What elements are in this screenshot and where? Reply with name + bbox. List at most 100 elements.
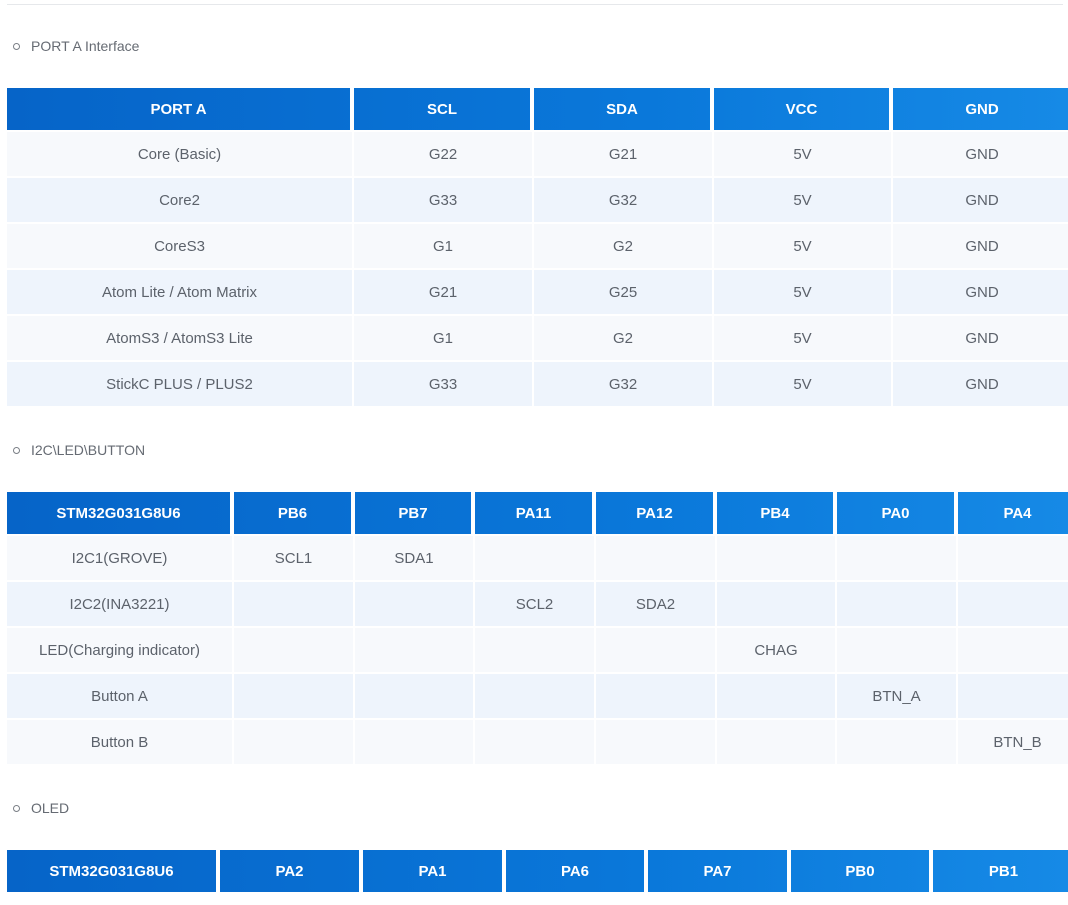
table-cell: Core (Basic) [7,132,352,176]
column-header: PB4 [717,492,835,534]
table-cell: I2C2(INA3221) [7,582,232,626]
table-header-row: PORT A SCL SDA VCC GND [7,88,1068,130]
table-cell [475,628,594,672]
column-header: VCC [714,88,891,130]
table-cell [958,582,1068,626]
column-header: PB6 [234,492,353,534]
table-cell [234,582,353,626]
table-cell: GND [893,132,1068,176]
column-header: PA2 [220,850,361,892]
table-cell [717,720,835,764]
oled-table-wrap: STM32G031G8U6 PA2 PA1 PA6 PA7 PB0 PB1 [7,850,1068,892]
table-cell: Core2 [7,178,352,222]
table-cell: GND [893,178,1068,222]
table-cell [475,674,594,718]
table-cell: G32 [534,362,712,406]
table-cell: SDA2 [596,582,715,626]
table-row: LED(Charging indicator) CHAG [7,628,1068,672]
table-cell: SDA1 [355,536,473,580]
table-cell [596,628,715,672]
table-cell: G21 [354,270,532,314]
table-cell: G1 [354,316,532,360]
bullet-dot-icon [13,446,20,454]
table-cell: G1 [354,224,532,268]
table-cell [475,720,594,764]
column-header: PA6 [506,850,646,892]
column-header: PB7 [355,492,473,534]
table-cell [475,536,594,580]
table-cell: Button B [7,720,232,764]
oled-table: STM32G031G8U6 PA2 PA1 PA6 PA7 PB0 PB1 [5,848,1068,894]
table-cell [958,674,1068,718]
column-header: SDA [534,88,712,130]
table-cell: GND [893,316,1068,360]
table-cell: BTN_B [958,720,1068,764]
table-cell: CoreS3 [7,224,352,268]
table-cell: I2C1(GROVE) [7,536,232,580]
table-cell: BTN_A [837,674,956,718]
table-cell [355,582,473,626]
table-row: AtomS3 / AtomS3 Lite G1 G2 5V GND [7,316,1068,360]
table-cell [717,674,835,718]
column-header: PA4 [1003,504,1032,522]
table-cell [958,536,1068,580]
table-cell: GND [893,270,1068,314]
table-cell [837,628,956,672]
table-cell: G25 [534,270,712,314]
table-cell [234,674,353,718]
column-header: PA7 [648,850,789,892]
port-a-table: PORT A SCL SDA VCC GND Core (Basic) G22 … [5,86,1068,408]
column-header: PA0 [837,492,956,534]
table-cell [717,536,835,580]
table-cell [837,536,956,580]
bullet-oled: OLED [13,798,69,818]
table-cell: AtomS3 / AtomS3 Lite [7,316,352,360]
table-cell [958,628,1068,672]
table-row: Atom Lite / Atom Matrix G21 G25 5V GND [7,270,1068,314]
table-cell: 5V [714,316,891,360]
bullet-label: OLED [31,800,70,816]
column-header: PB0 [791,850,931,892]
table-row: Button A BTN_A [7,674,1068,718]
bullet-dot-icon [13,804,20,812]
table-row: Core2 G33 G32 5V GND [7,178,1068,222]
table-cell [837,582,956,626]
table-cell: G33 [354,178,532,222]
column-header: PA1 [363,850,504,892]
table-cell: Atom Lite / Atom Matrix [7,270,352,314]
table-cell: GND [893,224,1068,268]
table-cell [717,582,835,626]
table-cell: G32 [534,178,712,222]
table-cell: StickC PLUS / PLUS2 [7,362,352,406]
column-header: PORT A [7,88,352,130]
column-header: STM32G031G8U6 [7,850,218,892]
table-cell [596,536,715,580]
table-cell [596,720,715,764]
top-divider [7,4,1063,5]
table-cell: G22 [354,132,532,176]
table-cell: G33 [354,362,532,406]
table-row: I2C1(GROVE) SCL1 SDA1 [7,536,1068,580]
table-cell: SCL2 [475,582,594,626]
table-cell: SCL1 [234,536,353,580]
column-header: PA11 [475,492,594,534]
table-header-row: STM32G031G8U6 PB6 PB7 PA11 PA12 PB4 PA0 … [7,492,1068,534]
table-row: I2C2(INA3221) SCL2 SDA2 [7,582,1068,626]
column-header: SCL [354,88,532,130]
table-cell: G2 [534,316,712,360]
table-cell [355,720,473,764]
column-header: GND [965,100,999,118]
bullet-dot-icon [13,42,20,50]
i2c-led-button-table: STM32G031G8U6 PB6 PB7 PA11 PA12 PB4 PA0 … [5,490,1068,766]
table-cell: 5V [714,362,891,406]
table-cell: 5V [714,270,891,314]
table-cell [234,628,353,672]
table-row: CoreS3 G1 G2 5V GND [7,224,1068,268]
i2c-table-wrap: STM32G031G8U6 PB6 PB7 PA11 PA12 PB4 PA0 … [7,492,1068,764]
table-cell [234,720,353,764]
table-cell: 5V [714,224,891,268]
table-cell: 5V [714,132,891,176]
column-header: PA12 [596,492,715,534]
port-a-table-wrap: PORT A SCL SDA VCC GND Core (Basic) G22 … [7,88,1068,406]
table-row: StickC PLUS / PLUS2 G33 G32 5V GND [7,362,1068,406]
